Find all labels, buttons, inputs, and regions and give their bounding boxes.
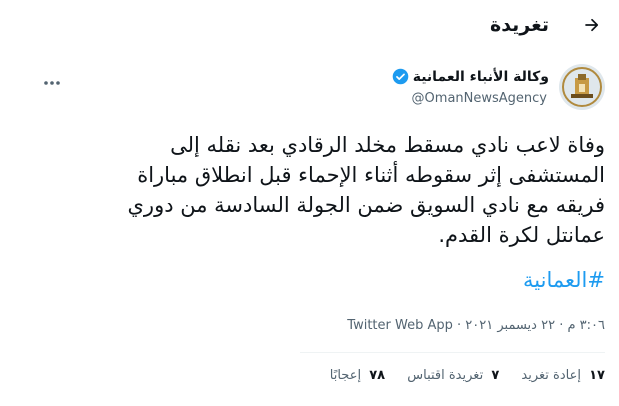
- oman-news-agency-logo-icon: [559, 64, 605, 110]
- tweet-text-line: وفاة لاعب نادي مسقط مخلد الرقادي بعد نقل…: [170, 133, 605, 157]
- tweet-date[interactable]: ٢٢ ديسمبر ٢٠٢١: [465, 318, 555, 333]
- author-name[interactable]: وكالة الأنباء العمانية: [392, 68, 549, 85]
- tweet-text-line: عمانتل لكرة القدم.: [438, 223, 605, 247]
- tweet-stats: ١٧ إعادة تغريد ٧ تغريدة اقتباس ٧٨ إعجابً…: [15, 368, 605, 383]
- meta-separator: ·: [452, 318, 462, 333]
- arrow-right-icon: [583, 16, 601, 38]
- tweet-text: وفاة لاعب نادي مسقط مخلد الرقادي بعد نقل…: [15, 130, 605, 250]
- tweet-metadata: ٣:٠٦ م · ٢٢ ديسمبر ٢٠٢١ · Twitter Web Ap…: [15, 318, 605, 333]
- more-dots-icon: [43, 71, 61, 90]
- tweet-text-line: فريقه مع نادي السويق ضمن الجولة السادسة …: [127, 193, 605, 217]
- page-title: تغريدة: [489, 14, 549, 36]
- tweet-author: وكالة الأنباء العمانية @OmanNewsAgency: [0, 62, 619, 114]
- retweets-label: إعادة تغريد: [521, 368, 581, 383]
- retweets-stat[interactable]: ١٧ إعادة تغريد: [521, 368, 605, 383]
- tweet-time[interactable]: ٣:٠٦ م: [567, 318, 605, 333]
- quotes-count: ٧: [491, 368, 500, 383]
- author-handle[interactable]: @OmanNewsAgency: [412, 91, 547, 106]
- quotes-stat[interactable]: ٧ تغريدة اقتباس: [407, 368, 499, 383]
- verified-badge-icon: [392, 68, 409, 85]
- quotes-label: تغريدة اقتباس: [407, 368, 484, 383]
- meta-separator: ·: [555, 318, 564, 333]
- likes-count: ٧٨: [369, 368, 386, 383]
- hashtag-link[interactable]: #العمانية: [523, 268, 605, 292]
- retweets-count: ١٧: [589, 368, 605, 383]
- likes-stat[interactable]: ٧٨ إعجابًا: [330, 368, 385, 383]
- likes-label: إعجابًا: [329, 368, 362, 383]
- author-name-text: وكالة الأنباء العمانية: [412, 68, 549, 85]
- tweet-text-line: المستشفى إثر سقوطه أثناء الإحماء قبل انط…: [137, 163, 605, 187]
- divider: [300, 352, 605, 353]
- more-options-button[interactable]: [40, 68, 64, 92]
- back-button[interactable]: [577, 12, 607, 42]
- tweet-source[interactable]: Twitter Web App: [347, 318, 453, 333]
- header-bar: تغريدة: [0, 0, 619, 56]
- avatar[interactable]: [559, 64, 605, 110]
